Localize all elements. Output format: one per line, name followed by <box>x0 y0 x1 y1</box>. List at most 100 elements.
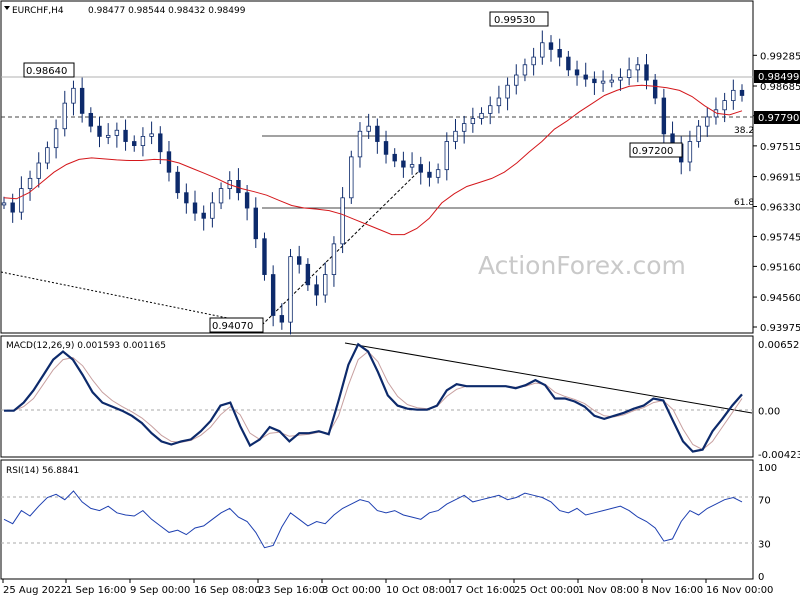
candle-body <box>644 64 649 81</box>
time-axis: 25 Aug 20221 Sep 16:00 9 Sep 00:00 16 Sep … <box>2 579 773 596</box>
candle-body <box>114 129 120 136</box>
candle-body <box>45 147 50 164</box>
price-tick-label: 0.96915 <box>760 173 800 184</box>
candle-body <box>392 153 397 162</box>
candle-body <box>27 177 33 189</box>
candle-body <box>149 133 154 137</box>
price-axis: 0.992850.986850.981040.975150.969150.963… <box>753 51 800 334</box>
time-tick-label: 8 Nov 16:00 <box>642 585 703 596</box>
candle-body <box>62 102 67 130</box>
candle-body <box>375 125 380 142</box>
svg-text:0.97790: 0.97790 <box>758 113 799 124</box>
candle-body <box>244 192 250 209</box>
candle-body <box>470 118 476 125</box>
macd-axis: 0.006529 0.00 -0.004233 <box>758 340 800 461</box>
candle-body <box>461 123 467 132</box>
candle-body <box>88 112 94 127</box>
rsi-tick-label: 100 <box>758 463 777 474</box>
candle-body <box>592 78 597 84</box>
macd-tick-label: 0.006529 <box>758 340 800 351</box>
candle-body <box>731 89 736 101</box>
time-tick-label: 17 Oct 16:00 <box>450 585 515 596</box>
time-tick-label: 23 Sep 16:00 <box>258 585 325 596</box>
rsi-title: RSI(14) 56.8841 <box>6 466 79 476</box>
candle-body <box>132 141 137 147</box>
candle-body <box>531 56 536 66</box>
candle-body <box>705 116 710 127</box>
candle-body <box>557 49 562 58</box>
candle-body <box>739 89 745 96</box>
quote-label: 0.98477 0.98544 0.98432 0.98499 <box>88 6 246 16</box>
candle-body <box>696 125 701 142</box>
candle-body <box>314 284 319 296</box>
candle-body <box>279 315 285 323</box>
candle-body <box>340 197 345 245</box>
candle-body <box>548 42 554 50</box>
candle-body <box>71 87 76 104</box>
candle-body <box>10 202 15 213</box>
candle-body <box>444 141 449 171</box>
time-tick-label: 16 Sep 08:00 <box>194 585 261 596</box>
candle-body <box>453 130 458 142</box>
price-panel-frame <box>0 0 754 334</box>
candle-body <box>296 256 302 265</box>
price-tick-label: 0.96330 <box>760 203 800 214</box>
candle-body <box>123 129 128 142</box>
svg-text:0.98499: 0.98499 <box>758 72 799 83</box>
svg-text:0.94070: 0.94070 <box>212 321 253 332</box>
candle-body <box>366 125 371 132</box>
time-tick-label: 16 Nov 00:00 <box>706 585 773 596</box>
candle-body <box>192 202 198 214</box>
svg-text:0.97200: 0.97200 <box>632 146 673 157</box>
level-tag-97790: 0.97790 <box>754 111 800 124</box>
candle-body <box>270 274 276 316</box>
symbol-label: EURCHF,H4 <box>12 6 64 16</box>
price-tick-label: 0.98685 <box>760 82 800 93</box>
annotation-97200: 0.97200 <box>629 142 683 158</box>
candle-body <box>1 202 7 206</box>
time-tick-label: 1 Nov 08:00 <box>578 585 639 596</box>
candle-body <box>140 136 146 147</box>
candle-body <box>218 188 224 204</box>
candle-body <box>19 188 24 213</box>
candle-body <box>236 180 241 194</box>
watermark: ActionForex.com <box>478 251 686 280</box>
candle-body <box>383 141 389 155</box>
rsi-panel-frame <box>0 459 754 580</box>
rsi-axis: 100 70 30 0 <box>758 463 777 583</box>
svg-text:0.98640: 0.98640 <box>26 66 67 77</box>
candle-body <box>262 238 267 275</box>
candle-body <box>357 130 363 158</box>
price-tick-label: 0.97515 <box>760 142 800 153</box>
candle-body <box>635 64 641 71</box>
price-tick-label: 0.95160 <box>760 262 800 273</box>
candle-body <box>652 79 658 99</box>
macd-tick-label: 0.00 <box>758 407 780 418</box>
candle-body <box>435 169 441 178</box>
candle-body <box>36 162 41 179</box>
annotation-98640: 0.98640 <box>23 62 75 78</box>
candle-body <box>253 207 258 240</box>
rsi-tick-label: 70 <box>758 496 771 507</box>
candle-body <box>105 134 111 138</box>
time-tick-label: 25 Aug 2022 <box>3 585 67 596</box>
candle-body <box>210 202 215 219</box>
candle-body <box>349 156 354 199</box>
rsi-tick-label: 0 <box>758 572 764 583</box>
candle-body <box>574 69 580 76</box>
svg-text:0.99530: 0.99530 <box>494 15 535 26</box>
candle-body <box>514 74 519 86</box>
candle-body <box>566 56 571 71</box>
candle-body <box>496 97 502 107</box>
rsi-tick-label: 30 <box>758 539 771 550</box>
candle-body <box>305 263 311 286</box>
candle-body <box>687 141 693 163</box>
eurchf-h4-chart: ActionForex.com EURCHF,H4 0.98477 0.9854… <box>0 0 800 596</box>
macd-title: MACD(12,26,9) 0.001593 0.001165 <box>6 341 166 351</box>
candle-body <box>53 128 59 149</box>
candle-body <box>175 171 180 194</box>
fib-label-61-8: 61.8 <box>734 198 754 208</box>
price-tick-label: 0.95745 <box>760 232 800 243</box>
time-tick-label: 9 Sep 00:00 <box>130 585 190 596</box>
annotation-99530: 0.99530 <box>489 11 549 27</box>
